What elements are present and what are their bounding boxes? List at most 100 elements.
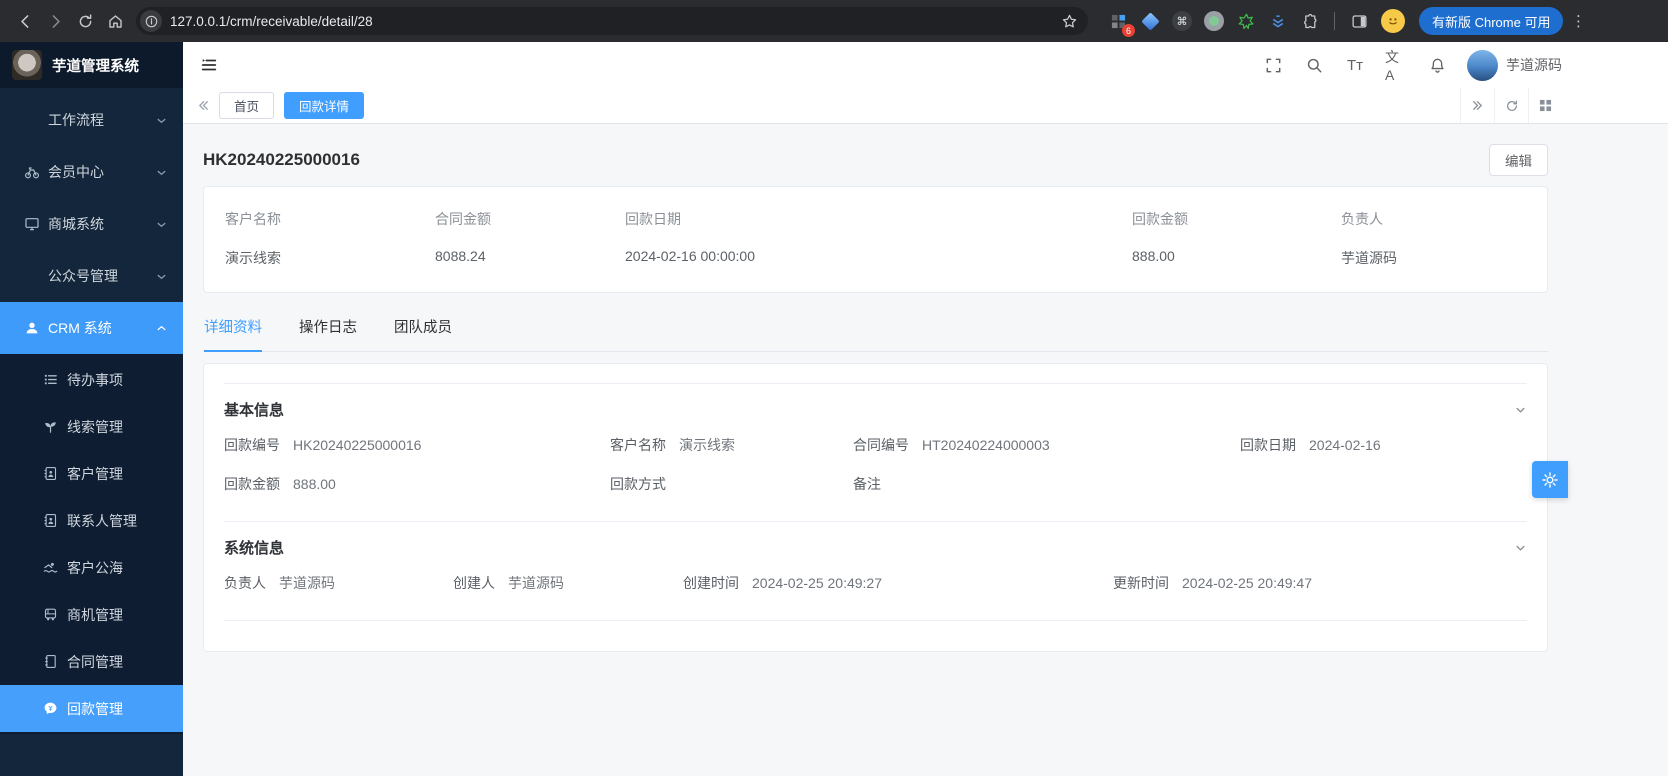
detail-card: 基本信息 回款编号HK20240225000016 客户名称演示线索 bbox=[203, 363, 1548, 652]
site-info-icon[interactable] bbox=[140, 10, 162, 32]
chevron-down-icon bbox=[156, 271, 167, 282]
extension-layers-icon[interactable] bbox=[1265, 8, 1291, 34]
header-actions: Tт 文A 芋道源码 bbox=[1262, 50, 1562, 81]
refresh-page-icon[interactable] bbox=[1494, 88, 1528, 123]
system-info-header[interactable]: 系统信息 bbox=[224, 522, 1527, 571]
font-size-icon[interactable]: Tт bbox=[1344, 54, 1366, 76]
field-return-amount: 回款金额888.00 bbox=[224, 474, 610, 494]
summary-label: 回款金额 bbox=[1132, 209, 1341, 229]
sidebar-item-clue[interactable]: 线索管理 bbox=[0, 403, 183, 450]
tags-scroll-left-icon[interactable] bbox=[187, 88, 219, 123]
theme-settings-button[interactable] bbox=[1532, 461, 1568, 498]
layout-grid-icon[interactable] bbox=[1528, 88, 1562, 123]
field-owner: 负责人芋道源码 bbox=[224, 573, 453, 593]
page-head: HK20240225000016 编辑 bbox=[203, 138, 1548, 182]
tab-detail-info[interactable]: 详细资料 bbox=[204, 305, 262, 352]
tab-team-members[interactable]: 团队成员 bbox=[394, 305, 452, 352]
sidebar-item-public-pool[interactable]: 客户公海 bbox=[0, 544, 183, 591]
browser-reload-button[interactable] bbox=[70, 6, 100, 36]
sidebar-item-todo[interactable]: 待办事项 bbox=[0, 356, 183, 403]
summary-value: 2024-02-16 00:00:00 bbox=[625, 248, 1132, 264]
app-header: Tт 文A 芋道源码 bbox=[183, 42, 1668, 88]
search-icon[interactable] bbox=[1303, 54, 1325, 76]
browser-home-button[interactable] bbox=[100, 6, 130, 36]
side-panel-icon[interactable] bbox=[1346, 8, 1372, 34]
field-receivable-no: 回款编号HK20240225000016 bbox=[224, 435, 610, 455]
app-title: 芋道管理系统 bbox=[52, 55, 139, 76]
sidebar-item-customer[interactable]: 客户管理 bbox=[0, 450, 183, 497]
summary-card: 客户名称 演示线索 合同金额 8088.24 回款日期 2024-02-16 0… bbox=[203, 186, 1548, 293]
todo-list-icon bbox=[43, 372, 58, 387]
chevron-down-icon bbox=[1514, 403, 1527, 416]
sidebar-item-contract[interactable]: 合同管理 bbox=[0, 638, 183, 685]
sidebar-item-crm-system[interactable]: CRM 系统 bbox=[0, 302, 183, 354]
seedling-icon bbox=[43, 419, 58, 434]
fullscreen-icon[interactable] bbox=[1262, 54, 1284, 76]
summary-value: 演示线索 bbox=[225, 248, 435, 268]
sidebar-item-mp-management[interactable]: 公众号管理 bbox=[0, 250, 183, 302]
field-customer-name: 客户名称演示线索 bbox=[610, 435, 853, 455]
browser-toolbar: 127.0.0.1/crm/receivable/detail/28 6 ⌘ 有… bbox=[0, 0, 1668, 42]
field-return-method: 回款方式 bbox=[610, 474, 853, 494]
tag-home[interactable]: 首页 bbox=[219, 92, 274, 119]
extensions-puzzle-icon[interactable] bbox=[1297, 8, 1323, 34]
tab-operation-log[interactable]: 操作日志 bbox=[299, 305, 357, 352]
browser-menu-icon[interactable]: ⋮ bbox=[1569, 12, 1587, 30]
edit-button[interactable]: 编辑 bbox=[1489, 144, 1548, 176]
sidebar-item-contact[interactable]: 联系人管理 bbox=[0, 497, 183, 544]
bus-icon bbox=[43, 607, 58, 622]
sidebar-item-mall-system[interactable]: 商城系统 bbox=[0, 198, 183, 250]
page-content: HK20240225000016 编辑 客户名称 演示线索 合同金额 8088.… bbox=[183, 124, 1668, 652]
sidebar-item-workflow[interactable]: 工作流程 bbox=[0, 94, 183, 146]
notification-bell-icon[interactable] bbox=[1426, 54, 1448, 76]
sidebar-item-receivable[interactable]: 回款管理 bbox=[0, 685, 183, 732]
gear-icon bbox=[1541, 471, 1559, 489]
sidebar-item-member-center[interactable]: 会员中心 bbox=[0, 146, 183, 198]
browser-profile-avatar[interactable] bbox=[1381, 9, 1405, 33]
contract-icon bbox=[43, 654, 58, 669]
browser-back-button[interactable] bbox=[10, 6, 40, 36]
locale-icon[interactable]: 文A bbox=[1385, 54, 1407, 76]
chevron-down-icon bbox=[156, 219, 167, 230]
system-info-section: 系统信息 负责人芋道源码 创建人芋道源码 创建时间2024- bbox=[224, 522, 1527, 621]
sidebar-item-business[interactable]: 商机管理 bbox=[0, 591, 183, 638]
browser-forward-button[interactable] bbox=[40, 6, 70, 36]
summary-label: 合同金额 bbox=[435, 209, 625, 229]
chevron-down-icon bbox=[156, 167, 167, 178]
tags-scroll-right-icon[interactable] bbox=[1460, 88, 1494, 123]
extension-grid-icon[interactable]: 6 bbox=[1105, 8, 1131, 34]
collapse-sidebar-icon[interactable] bbox=[196, 52, 222, 78]
field-creator: 创建人芋道源码 bbox=[453, 573, 683, 593]
extension-command-icon[interactable]: ⌘ bbox=[1169, 8, 1195, 34]
field-return-date: 回款日期2024-02-16 bbox=[1240, 435, 1527, 455]
address-bar[interactable]: 127.0.0.1/crm/receivable/detail/28 bbox=[136, 7, 1088, 35]
user-menu[interactable]: 芋道源码 bbox=[1467, 50, 1562, 81]
detail-tabs: 详细资料 操作日志 团队成员 bbox=[203, 305, 1548, 352]
summary-value: 芋道源码 bbox=[1341, 248, 1547, 268]
toolbar-divider bbox=[1334, 12, 1335, 30]
summary-label: 客户名称 bbox=[225, 209, 435, 229]
user-icon bbox=[24, 320, 40, 336]
basic-info-fields: 回款编号HK20240225000016 客户名称演示线索 合同编号HT2024… bbox=[224, 433, 1527, 521]
address-book-icon bbox=[43, 466, 58, 481]
bicycle-icon bbox=[24, 164, 40, 180]
basic-info-header[interactable]: 基本信息 bbox=[224, 384, 1527, 433]
app-logo-row[interactable]: 芋道管理系统 bbox=[0, 42, 183, 88]
field-remark: 备注 bbox=[853, 474, 1240, 494]
sidebar: 芋道管理系统 工作流程 会员中心 商城系统 bbox=[0, 42, 183, 776]
main-area: Tт 文A 芋道源码 首页 回款详情 bbox=[183, 42, 1668, 776]
url-text[interactable]: 127.0.0.1/crm/receivable/detail/28 bbox=[170, 14, 1061, 29]
extension-badge: 6 bbox=[1122, 24, 1135, 37]
user-name: 芋道源码 bbox=[1506, 55, 1562, 75]
extension-record-icon[interactable] bbox=[1201, 8, 1227, 34]
tag-receivable-detail[interactable]: 回款详情 bbox=[284, 92, 364, 119]
extension-diamond-icon[interactable] bbox=[1137, 8, 1163, 34]
receivable-icon bbox=[43, 701, 58, 716]
summary-label: 负责人 bbox=[1341, 209, 1547, 229]
extension-vue-devtools-icon[interactable] bbox=[1233, 8, 1259, 34]
page-title: HK20240225000016 bbox=[203, 150, 360, 170]
chevron-down-icon bbox=[156, 115, 167, 126]
bookmark-star-icon[interactable] bbox=[1061, 13, 1078, 30]
chrome-update-button[interactable]: 有新版 Chrome 可用 bbox=[1419, 7, 1563, 35]
sidebar-menu: 工作流程 会员中心 商城系统 公众号管理 bbox=[0, 88, 183, 734]
